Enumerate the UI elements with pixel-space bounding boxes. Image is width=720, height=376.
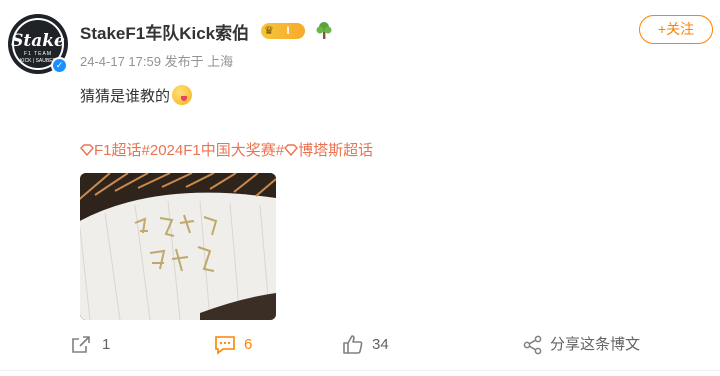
comment-count: 6	[244, 336, 253, 353]
comment-icon	[215, 336, 235, 355]
share-button[interactable]: 分享这条博文	[522, 333, 652, 357]
like-count: 34	[372, 336, 389, 353]
username[interactable]: StakeF1车队Kick索伯	[80, 19, 249, 44]
action-bar: 1 6 34 分享这条博文	[0, 333, 720, 357]
share-icon	[523, 335, 542, 355]
tongue-face-emoji-icon	[172, 85, 193, 105]
badge-level-text: I	[286, 25, 290, 37]
tag-bottas-super-topic[interactable]: 博塔斯超话	[298, 142, 373, 159]
repost-count: 1	[102, 336, 111, 353]
avatar-logo-text: Stake	[11, 31, 65, 51]
post-meta: 24-4-17 17:59 发布于 上海	[80, 54, 234, 69]
like-button[interactable]: 34	[340, 333, 400, 357]
tree-icon	[316, 22, 332, 39]
post-text-content: 猜猜是谁教的	[80, 88, 171, 105]
comment-button[interactable]: 6	[212, 333, 272, 357]
hand-fan-image	[80, 173, 276, 320]
thumbs-up-icon	[343, 335, 363, 354]
repost-icon	[72, 336, 90, 353]
tag-f1-super-topic[interactable]: F1超话	[94, 142, 142, 159]
post-image[interactable]	[80, 173, 276, 320]
share-label: 分享这条博文	[550, 336, 641, 353]
level-badge[interactable]: ♛ I	[261, 23, 305, 39]
crown-icon: ♛	[264, 25, 274, 37]
tag-2024-china-gp[interactable]: #2024F1中国大奖赛#	[142, 142, 285, 159]
super-topic-diamond-icon	[284, 144, 299, 156]
follow-button[interactable]: +关注	[639, 15, 713, 44]
verified-check-icon: ✓	[51, 57, 68, 74]
bottom-divider	[0, 370, 720, 371]
post-text: 猜猜是谁教的	[80, 85, 193, 106]
topic-tags: F1超话#2024F1中国大奖赛# 博塔斯超话	[80, 139, 373, 160]
super-topic-diamond-icon	[80, 144, 94, 156]
repost-button[interactable]: 1	[68, 333, 128, 357]
